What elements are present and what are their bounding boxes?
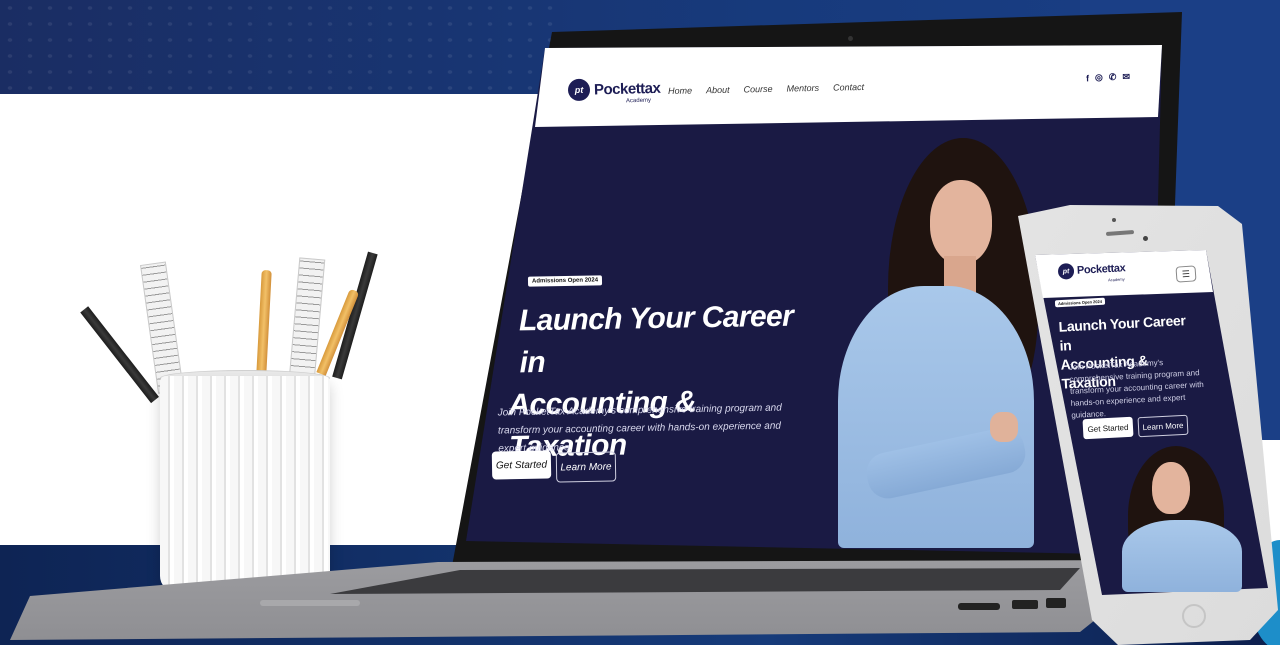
brand-name: Pockettax	[593, 79, 661, 99]
hero-admissions-badge: Admissions Open 2024	[527, 275, 603, 287]
laptop-camera	[848, 36, 853, 41]
laptop-port	[1046, 598, 1066, 608]
brand-name: Pockettax	[1076, 262, 1126, 277]
logo-mark-icon: pt	[1057, 262, 1075, 280]
cup-body	[160, 376, 330, 592]
background-dot-pattern	[0, 0, 560, 94]
facebook-icon[interactable]: f	[1086, 72, 1089, 83]
get-started-button[interactable]: Get Started	[1082, 416, 1134, 440]
get-started-button[interactable]: Get Started	[491, 450, 552, 480]
hero-title-line1: Launch Your Career in	[1058, 312, 1186, 354]
hero-title-line1: Launch Your Career in	[518, 299, 794, 380]
hero-description: Join PocketTax Academy's comprehensive t…	[1068, 358, 1204, 420]
hamburger-icon[interactable]: ☰	[1175, 265, 1197, 283]
phone-sensor	[1112, 218, 1116, 222]
brand-sub: Academy	[1107, 276, 1125, 283]
nav-about[interactable]: About	[706, 85, 730, 95]
learn-more-button[interactable]: Learn More	[555, 451, 617, 483]
whatsapp-icon[interactable]: ✆	[1109, 72, 1117, 83]
nav-home[interactable]: Home	[668, 86, 692, 97]
laptop-social-links: f ◎ ✆ ✉	[1086, 72, 1130, 84]
phone-camera	[1143, 236, 1148, 241]
nav-mentors[interactable]: Mentors	[786, 83, 819, 94]
laptop-port	[1012, 600, 1038, 609]
laptop-edge-notch	[260, 600, 360, 606]
instagram-icon[interactable]: ◎	[1095, 72, 1103, 83]
phone-home-button	[1182, 604, 1206, 628]
mail-icon[interactable]: ✉	[1122, 72, 1130, 83]
logo-mark-icon: pt	[567, 78, 591, 102]
laptop-port	[958, 603, 1000, 610]
nav-course[interactable]: Course	[743, 84, 772, 95]
pencil-yellow	[256, 269, 272, 381]
learn-more-button[interactable]: Learn More	[1137, 414, 1189, 438]
brand-sub: Academy	[625, 97, 652, 105]
nav-contact[interactable]: Contact	[833, 82, 864, 93]
